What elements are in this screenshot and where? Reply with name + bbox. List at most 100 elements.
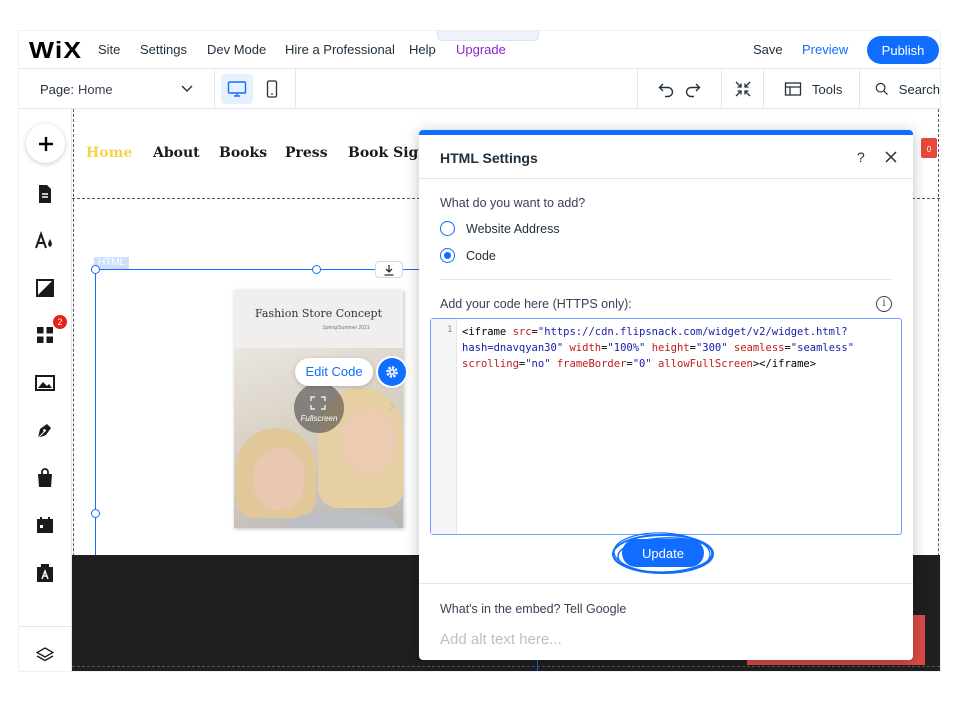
apps-badge: 2 (53, 315, 67, 329)
nav-about[interactable]: About (153, 145, 200, 161)
code-editor[interactable]: 1 <iframe src="https://cdn.flipsnack.com… (430, 318, 902, 535)
resize-handle[interactable] (91, 265, 100, 274)
page-label: Page: (40, 81, 74, 97)
tools-icon (784, 82, 802, 96)
layers-button[interactable] (33, 643, 57, 667)
preview-button[interactable]: Preview (802, 42, 848, 57)
code-line: scrolling="no" frameBorder="0" allowFull… (462, 356, 898, 372)
settings-button[interactable] (378, 358, 406, 386)
add-apps-button[interactable] (33, 323, 57, 347)
help-button[interactable]: ? (857, 149, 865, 165)
desktop-view-button[interactable] (221, 74, 253, 104)
panel-accent-bar (419, 130, 913, 135)
undo-icon[interactable] (657, 80, 675, 98)
nav-press[interactable]: Press (285, 145, 328, 161)
code-token: "100%" (607, 342, 646, 354)
code-token: seamless (733, 342, 785, 354)
portfolio-icon (37, 564, 53, 582)
tools-label: Tools (812, 81, 843, 97)
publish-button[interactable]: Publish (867, 36, 939, 64)
download-button[interactable] (375, 261, 403, 278)
menu-help[interactable]: Help (409, 42, 436, 57)
website-address-radio[interactable] (440, 221, 455, 236)
menu-site[interactable]: Site (98, 42, 120, 57)
code-token: "300" (695, 342, 728, 354)
close-icon[interactable] (884, 150, 898, 164)
code-label[interactable]: Code (466, 249, 496, 263)
add-elements-button[interactable] (26, 124, 65, 163)
apps-icon (37, 327, 53, 343)
chevron-up-icon: ^ (484, 31, 489, 37)
wix-logo[interactable]: WiX (29, 37, 82, 64)
search-label: Search (898, 81, 940, 97)
background-icon (36, 279, 54, 297)
mobile-icon (266, 80, 278, 98)
top-bar: WiX Site Settings Dev Mode Hire a Profes… (19, 31, 940, 69)
nav-books[interactable]: Books (219, 145, 267, 161)
divider (295, 69, 296, 109)
download-icon (384, 264, 394, 276)
code-line: <iframe src="https://cdn.flipsnack.com/w… (462, 324, 898, 340)
code-token: src (512, 326, 532, 338)
background-button[interactable] (33, 276, 57, 300)
resize-handle[interactable] (91, 509, 100, 518)
update-button[interactable]: Update (622, 539, 704, 567)
line-number: 1 (447, 325, 453, 335)
chevron-down-icon (181, 85, 193, 92)
menu-settings[interactable]: Settings (140, 42, 187, 57)
code-token: hash=dnavqyan30" (462, 342, 564, 354)
collapse-topbar-tab[interactable]: ^ (437, 31, 539, 41)
wix-editor: WiX Site Settings Dev Mode Hire a Profes… (19, 31, 940, 671)
edit-code-button[interactable]: Edit Code (295, 358, 373, 386)
menu-dev-mode[interactable]: Dev Mode (207, 42, 266, 57)
cart-icon[interactable]: 0 (921, 138, 937, 158)
calendar-icon (37, 517, 53, 533)
code-token: "https://cdn.flipsnack.com/widget/v2/wid… (537, 326, 848, 338)
code-token: "0" (632, 358, 652, 370)
line-number-gutter: 1 (431, 319, 457, 534)
code-token: "seamless" (790, 342, 855, 354)
menu-upgrade[interactable]: Upgrade (456, 42, 506, 57)
menu-hire-professional[interactable]: Hire a Professional (285, 42, 395, 57)
code-input-label: Add your code here (HTTPS only): (440, 297, 632, 311)
magazine-title: Fashion Store Concept (255, 307, 382, 320)
bookings-button[interactable] (33, 513, 57, 537)
code-token: scrolling (462, 358, 519, 370)
alt-text-input[interactable] (440, 627, 890, 651)
blog-button[interactable] (33, 418, 57, 442)
nav-home[interactable]: Home (86, 145, 132, 161)
pen-icon (37, 424, 51, 439)
divider (440, 279, 892, 280)
save-button[interactable]: Save (753, 42, 783, 57)
pages-menu-button[interactable] (33, 182, 57, 206)
code-token: allowFullScreen (658, 358, 753, 370)
code-content[interactable]: <iframe src="https://cdn.flipsnack.com/w… (462, 324, 898, 372)
zoom-out-group (721, 69, 763, 109)
page-selector[interactable]: Page: Home (19, 69, 215, 109)
store-button[interactable] (33, 466, 57, 490)
redo-icon[interactable] (684, 80, 702, 98)
add-icon (38, 136, 53, 151)
theme-icon (35, 231, 52, 249)
media-button[interactable] (33, 371, 57, 395)
code-token: "no" (525, 358, 551, 370)
code-token: ></iframe> (752, 358, 817, 370)
next-page-arrow[interactable]: › (389, 395, 396, 418)
code-token: frameBorder (556, 358, 627, 370)
search-icon (875, 82, 888, 96)
tools-button[interactable]: Tools (763, 69, 859, 109)
media-icon (35, 375, 55, 391)
zoom-out-arrows-icon[interactable] (734, 80, 752, 98)
divider (419, 583, 913, 584)
portfolio-button[interactable] (33, 561, 57, 585)
code-radio[interactable] (440, 248, 455, 263)
info-icon[interactable]: i (876, 296, 892, 312)
search-button[interactable]: Search (859, 69, 940, 109)
mobile-view-button[interactable] (256, 74, 288, 104)
html-settings-panel: HTML Settings ? What do you want to add?… (419, 130, 913, 660)
left-sidebar: 2 (19, 109, 72, 671)
resize-handle[interactable] (312, 265, 321, 274)
website-address-label[interactable]: Website Address (466, 222, 560, 236)
site-design-button[interactable] (33, 229, 57, 253)
shopping-bag-icon (38, 468, 52, 487)
